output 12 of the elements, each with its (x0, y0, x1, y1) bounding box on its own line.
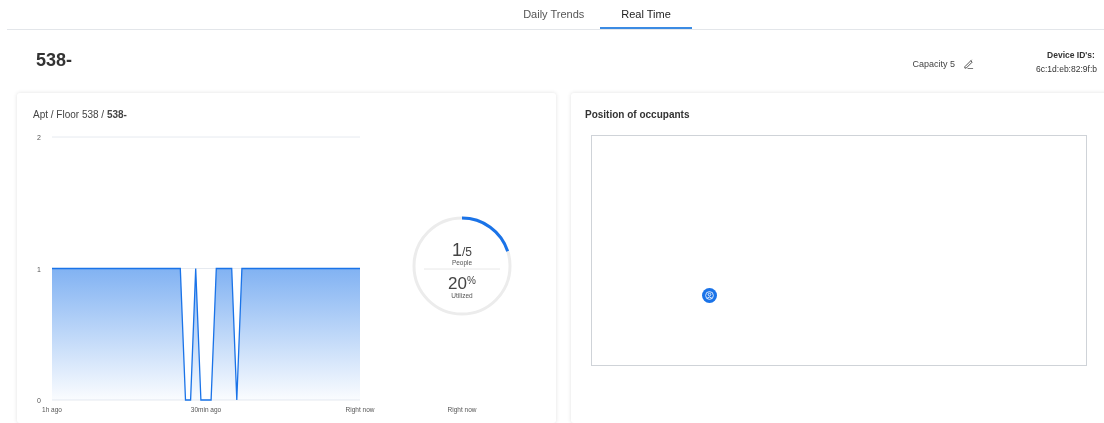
card-title: Position of occupants (585, 109, 690, 120)
edit-icon[interactable] (963, 58, 974, 69)
tab[interactable]: Daily Trends (507, 0, 601, 29)
breadcrumb: Apt / Floor 538 / 538- (33, 109, 127, 120)
device-label: Device ID's: (1047, 50, 1095, 60)
tab[interactable]: Real Time (600, 0, 692, 29)
utilization-percent: 20$^{%}$ (448, 274, 476, 293)
room-title: 538- (36, 50, 74, 71)
device-id: 6c:1d:eb:82:9f:b (1036, 64, 1097, 74)
capacity-label: Capacity 5 (912, 58, 955, 69)
person-marker-icon[interactable] (702, 288, 717, 303)
people-count: 1/5 (452, 240, 472, 260)
